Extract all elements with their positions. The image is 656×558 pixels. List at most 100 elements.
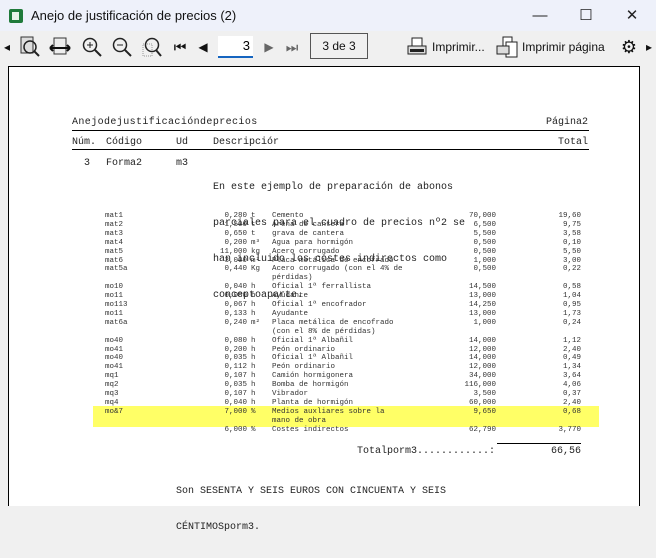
row-code: mq2 <box>105 381 119 390</box>
row-total: 0,95 <box>562 301 581 309</box>
scroll-left-icon[interactable]: ◂ <box>2 33 12 61</box>
scroll-right-icon[interactable]: ▸ <box>644 33 654 61</box>
header-desc: Descripciór <box>213 137 280 148</box>
row-unit: h <box>251 309 256 318</box>
row-desc: Oficial 1ª encofrador <box>272 301 367 309</box>
row-desc: Camión hormigonera <box>272 372 354 381</box>
row-code: mo10 <box>105 283 124 292</box>
row-desc: Ayudante <box>272 309 309 318</box>
row-price: 14,000 <box>468 336 496 345</box>
row-desc: Acero corrugado (con el 4% de <box>272 265 403 274</box>
row-total: 1,12 <box>562 336 581 345</box>
row-price: 1,000 <box>473 256 496 265</box>
row-price: 34,000 <box>468 372 496 381</box>
row-desc: mano de obra <box>272 416 327 425</box>
row-total: 5,50 <box>562 247 581 256</box>
toolbar: ◂ ⏮ ◀ 3 ▶ ⏭ 3 de 3 Imprimir... Imprimir … <box>0 31 656 63</box>
row-total: 2,40 <box>562 345 581 354</box>
close-button[interactable]: ✕ <box>612 4 652 28</box>
row-total: 1,34 <box>562 363 581 372</box>
row-total: 4,06 <box>562 381 581 390</box>
row-code: mat3 <box>105 229 124 238</box>
row-total: 3,00 <box>562 256 581 265</box>
minimize-button[interactable]: — <box>520 4 560 28</box>
row-unit: h <box>251 390 256 398</box>
row-price: 14,000 <box>468 354 496 363</box>
row-desc: Oficial 1ª Albañil <box>272 336 354 345</box>
row-unit: h <box>251 292 256 301</box>
print-page-label: Imprimir página <box>522 40 605 54</box>
row-qty: 0,112 <box>224 363 247 372</box>
row-desc: Placa metálica de encofrado <box>272 256 394 265</box>
print-label: Imprimir... <box>432 40 485 54</box>
row-total: 1,04 <box>562 292 581 301</box>
row-desc: Peón ordinario <box>272 363 336 372</box>
total-divider <box>497 443 581 444</box>
page-preview-icon[interactable] <box>16 33 44 61</box>
row-unit: m² <box>251 256 261 265</box>
row-desc: Vibrador <box>272 390 309 398</box>
print-button[interactable]: Imprimir... <box>406 33 490 61</box>
row-qty: 0,107 <box>224 372 247 381</box>
window-title: Anejo de justificación de precios (2) <box>31 8 237 23</box>
row-code: mq1 <box>105 372 119 381</box>
row-code: mo&7 <box>105 407 124 416</box>
row-desc: grava de cantera <box>272 229 345 238</box>
row-total: 0,58 <box>562 283 581 292</box>
row-desc: Cemento <box>272 212 304 220</box>
first-page-icon[interactable]: ⏮ <box>172 33 188 61</box>
row-price: 0,500 <box>473 265 496 274</box>
zoom-out-icon[interactable] <box>108 33 136 61</box>
row-unit: h <box>251 345 256 354</box>
settings-gear-icon[interactable]: ⚙ <box>618 33 640 61</box>
row-qty: 0,280 <box>224 212 247 220</box>
row-code: mo40 <box>105 336 124 345</box>
row-qty: 0,067 <box>224 301 247 309</box>
row-qty: 0,035 <box>224 354 247 363</box>
row-qty: 1,500 <box>224 220 247 229</box>
row-total: 0,10 <box>562 238 581 247</box>
total-value: 66,56 <box>550 446 581 457</box>
row-qty: 0,080 <box>224 336 247 345</box>
header-code: Código <box>106 137 143 148</box>
row-desc: Bomba de hormigón <box>272 381 349 390</box>
maximize-button[interactable]: ☐ <box>566 4 606 28</box>
row-total: 9,75 <box>562 220 581 229</box>
last-page-icon[interactable]: ⏭ <box>284 33 300 61</box>
page-number-input[interactable]: 3 <box>218 36 253 58</box>
prev-page-icon[interactable]: ◀ <box>196 33 210 61</box>
row-unit: h <box>251 283 256 292</box>
row-qty: 0,040 <box>224 283 247 292</box>
row-code: mat6a <box>105 318 128 327</box>
print-page-icon <box>496 36 518 58</box>
row-price: 62,790 <box>468 425 496 434</box>
zoom-in-icon[interactable] <box>78 33 106 61</box>
row-code: mo11 <box>105 292 124 301</box>
row-code: mo40 <box>105 354 124 363</box>
row-total: 0,49 <box>562 354 581 363</box>
row-unit: t <box>251 212 256 220</box>
row-unit: Kg <box>251 265 261 274</box>
print-page-button[interactable]: Imprimir página <box>496 33 614 61</box>
app-icon <box>9 9 23 23</box>
row-unit: h <box>251 363 256 372</box>
row-total: 1,73 <box>562 309 581 318</box>
row-desc: Arena de cantera <box>272 220 345 229</box>
row-unit: h <box>251 336 256 345</box>
row-code: mo113 <box>105 301 128 309</box>
row-total: 3,58 <box>562 229 581 238</box>
row-price: 13,000 <box>468 292 496 301</box>
next-page-icon[interactable]: ▶ <box>262 33 276 61</box>
header-unit: Ud <box>176 137 189 148</box>
row-qty: 7,000 <box>224 407 247 416</box>
row-qty: 0,107 <box>224 390 247 398</box>
row-desc: pérdidas) <box>272 274 313 283</box>
page-width-icon[interactable] <box>46 33 74 61</box>
report-page: Anejodejustificacióndeprecios Página2 Nú… <box>8 66 640 533</box>
row-desc: Costes indirectos <box>272 425 349 434</box>
zoom-fit-icon[interactable] <box>138 33 166 61</box>
row-desc: Oficial 1ª ferrallista <box>272 283 372 292</box>
item-desc-line: En este ejemplo de preparación de abonos <box>213 182 454 193</box>
row-desc: Oficial 1ª Albañil <box>272 354 354 363</box>
row-desc: Acero corrugado <box>272 247 340 256</box>
